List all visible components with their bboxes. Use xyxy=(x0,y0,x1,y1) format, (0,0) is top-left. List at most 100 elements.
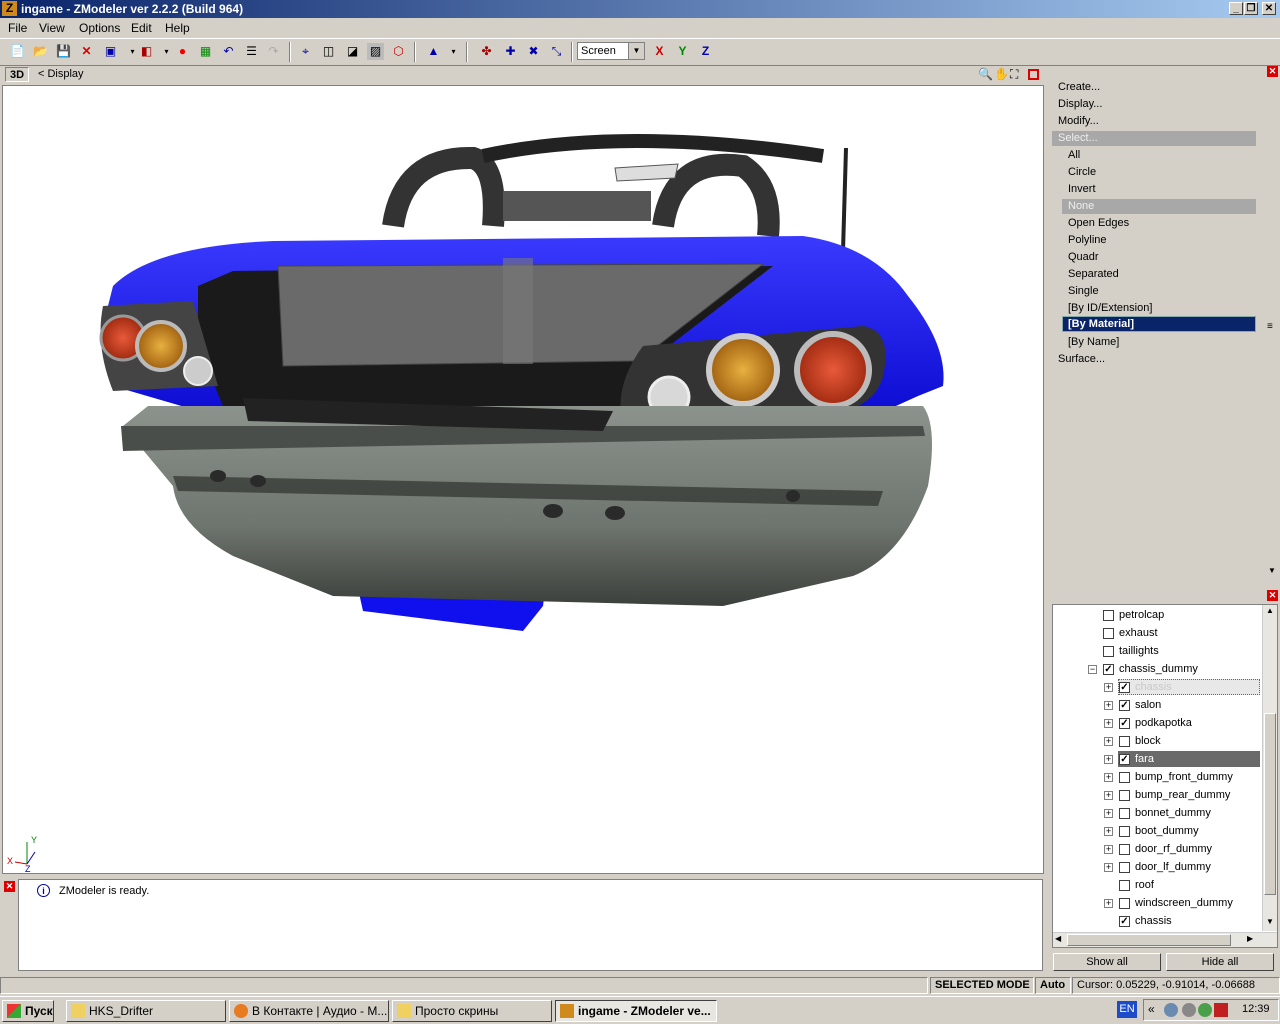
app-icon[interactable]: Z xyxy=(2,1,17,16)
select-quadr[interactable]: Quadr xyxy=(1068,251,1099,263)
menu-edit[interactable]: Edit xyxy=(131,21,152,35)
tree-row[interactable]: + bump_rear_dummy xyxy=(1053,787,1261,804)
task-hks-drifter[interactable]: HKS_Drifter xyxy=(66,1000,226,1022)
expand-icon[interactable]: + xyxy=(1104,737,1113,746)
image-icon[interactable]: ▦ xyxy=(197,43,214,60)
select-single[interactable]: Single xyxy=(1068,285,1099,297)
select-all[interactable]: All xyxy=(1068,149,1080,161)
scroll-up-icon[interactable]: ▲ xyxy=(1264,606,1276,618)
tree-row[interactable]: taillights xyxy=(1053,643,1261,660)
language-indicator[interactable]: EN xyxy=(1117,1001,1137,1018)
select-circle[interactable]: Circle xyxy=(1068,166,1096,178)
pan-hand-icon[interactable]: ✋ xyxy=(994,67,1009,81)
axis-x-button[interactable]: X xyxy=(651,43,668,60)
coordinate-space-select[interactable]: Screen ▼ xyxy=(577,42,645,60)
tree-row[interactable]: + bump_front_dummy xyxy=(1053,769,1261,786)
visibility-checkbox[interactable]: ✓ xyxy=(1119,700,1130,711)
panel-grip-icon[interactable]: ≡ xyxy=(1267,321,1273,332)
tree-vertical-scrollbar[interactable]: ▲ ▼ xyxy=(1262,605,1277,931)
open-folder-icon[interactable]: 📂 xyxy=(32,43,49,60)
show-all-button[interactable]: Show all xyxy=(1053,953,1161,971)
scroll-down-icon[interactable]: ▼ xyxy=(1266,566,1278,578)
wireframe-icon[interactable]: ▨ xyxy=(367,43,384,60)
visibility-checkbox[interactable] xyxy=(1103,628,1114,639)
menu-view[interactable]: View xyxy=(39,21,65,35)
select-invert[interactable]: Invert xyxy=(1068,183,1096,195)
minimize-button[interactable]: _ xyxy=(1229,2,1243,15)
cmd-modify[interactable]: Modify... xyxy=(1058,115,1099,127)
scroll-down-icon[interactable]: ▼ xyxy=(1264,917,1276,929)
visibility-checkbox[interactable] xyxy=(1119,736,1130,747)
expand-icon[interactable]: + xyxy=(1104,827,1113,836)
tree-row[interactable]: exhaust xyxy=(1053,625,1261,642)
visibility-checkbox[interactable] xyxy=(1119,880,1130,891)
visibility-checkbox[interactable] xyxy=(1119,808,1130,819)
select-by-material[interactable]: [By Material] xyxy=(1062,316,1256,332)
expand-icon[interactable]: + xyxy=(1104,719,1113,728)
select-polyline[interactable]: Polyline xyxy=(1068,234,1107,246)
close-tree-icon[interactable]: ✕ xyxy=(1267,590,1278,601)
box-mode-icon[interactable]: ⬡ xyxy=(390,43,407,60)
expand-icon[interactable]: + xyxy=(1104,773,1113,782)
select-none[interactable]: None xyxy=(1062,199,1256,214)
tree-row[interactable]: + door_rf_dummy xyxy=(1053,841,1261,858)
visibility-checkbox[interactable] xyxy=(1103,610,1114,621)
select-by-id[interactable]: [By ID/Extension] xyxy=(1068,302,1152,314)
tree-row[interactable]: + bonnet_dummy xyxy=(1053,805,1261,822)
close-button[interactable]: ✕ xyxy=(1262,2,1276,15)
status-auto[interactable]: Auto xyxy=(1035,977,1071,994)
viewport-mode-button[interactable]: 3D xyxy=(5,67,29,82)
object-mode-icon[interactable]: ◪ xyxy=(344,43,361,60)
select-open-edges[interactable]: Open Edges xyxy=(1068,217,1129,229)
tree-hscroll-thumb[interactable] xyxy=(1067,934,1231,946)
maximize-viewport-icon[interactable] xyxy=(1028,69,1039,80)
tree-row[interactable]: petrolcap xyxy=(1053,607,1261,624)
start-button[interactable]: Пуск xyxy=(2,1000,54,1022)
expand-icon[interactable]: + xyxy=(1104,755,1113,764)
select-separated[interactable]: Separated xyxy=(1068,268,1119,280)
object-tree[interactable]: petrolcap exhaust taillights − ✓ chassis_dumm… xyxy=(1052,604,1278,948)
visibility-checkbox[interactable] xyxy=(1119,862,1130,873)
new-file-icon[interactable]: 📄 xyxy=(9,43,26,60)
tree-scroll-thumb[interactable] xyxy=(1264,713,1276,895)
tree-horizontal-scrollbar[interactable]: ◀ ▶ xyxy=(1053,932,1277,947)
scroll-right-icon[interactable]: ▶ xyxy=(1247,934,1253,943)
chevron-down-icon[interactable]: ▼ xyxy=(628,43,644,59)
tray-app-icon[interactable] xyxy=(1182,1003,1196,1017)
task-prosto-skriny[interactable]: Просто скрины xyxy=(392,1000,552,1022)
expand-icon[interactable]: + xyxy=(1104,845,1113,854)
hide-all-button[interactable]: Hide all xyxy=(1166,953,1274,971)
visibility-checkbox[interactable]: ✓ xyxy=(1103,664,1114,675)
expand-icon[interactable]: + xyxy=(1104,809,1113,818)
tree-row[interactable]: + ✓ fara xyxy=(1053,751,1261,768)
expand-icon[interactable]: + xyxy=(1104,791,1113,800)
expand-icon[interactable]: + xyxy=(1104,701,1113,710)
axis-y-button[interactable]: Y xyxy=(674,43,691,60)
face-mode-icon[interactable]: ◫ xyxy=(320,43,337,60)
visibility-checkbox[interactable] xyxy=(1119,826,1130,837)
delete-icon[interactable]: ✕ xyxy=(78,43,95,60)
navigator-icon[interactable]: ▲ xyxy=(425,43,442,60)
menu-file[interactable]: File xyxy=(8,21,27,35)
visibility-checkbox[interactable]: ✓ xyxy=(1119,682,1130,693)
zoom-icon[interactable]: 🔍 xyxy=(978,67,993,81)
zoom-extents-icon[interactable]: ⛶ xyxy=(1010,67,1018,82)
menu-options[interactable]: Options xyxy=(79,21,120,35)
maximize-button[interactable]: ❐ xyxy=(1244,2,1258,15)
task-zmodeler[interactable]: ingame - ZModeler ve... xyxy=(555,1000,717,1022)
select-by-name[interactable]: [By Name] xyxy=(1068,336,1119,348)
cmd-create[interactable]: Create... xyxy=(1058,81,1100,93)
expand-icon[interactable]: + xyxy=(1104,683,1113,692)
export-dropdown-icon[interactable]: ▾ xyxy=(158,43,175,60)
visibility-checkbox[interactable]: ✓ xyxy=(1119,754,1130,765)
tree-row[interactable]: − ✓ chassis_dummy xyxy=(1053,661,1261,678)
tree-row[interactable]: + ✓ salon xyxy=(1053,697,1261,714)
document-icon[interactable]: ☰ xyxy=(243,43,260,60)
tray-expand-icon[interactable]: « xyxy=(1148,1002,1155,1016)
record-icon[interactable]: ● xyxy=(174,43,191,60)
tray-red-icon[interactable] xyxy=(1214,1003,1228,1017)
tree-row[interactable]: + windscreen_dummy xyxy=(1053,895,1261,912)
task-vkontakte[interactable]: В Контакте | Аудио - М... xyxy=(229,1000,389,1022)
tree-row[interactable]: + boot_dummy xyxy=(1053,823,1261,840)
redo-icon[interactable]: ↷ xyxy=(265,43,282,60)
